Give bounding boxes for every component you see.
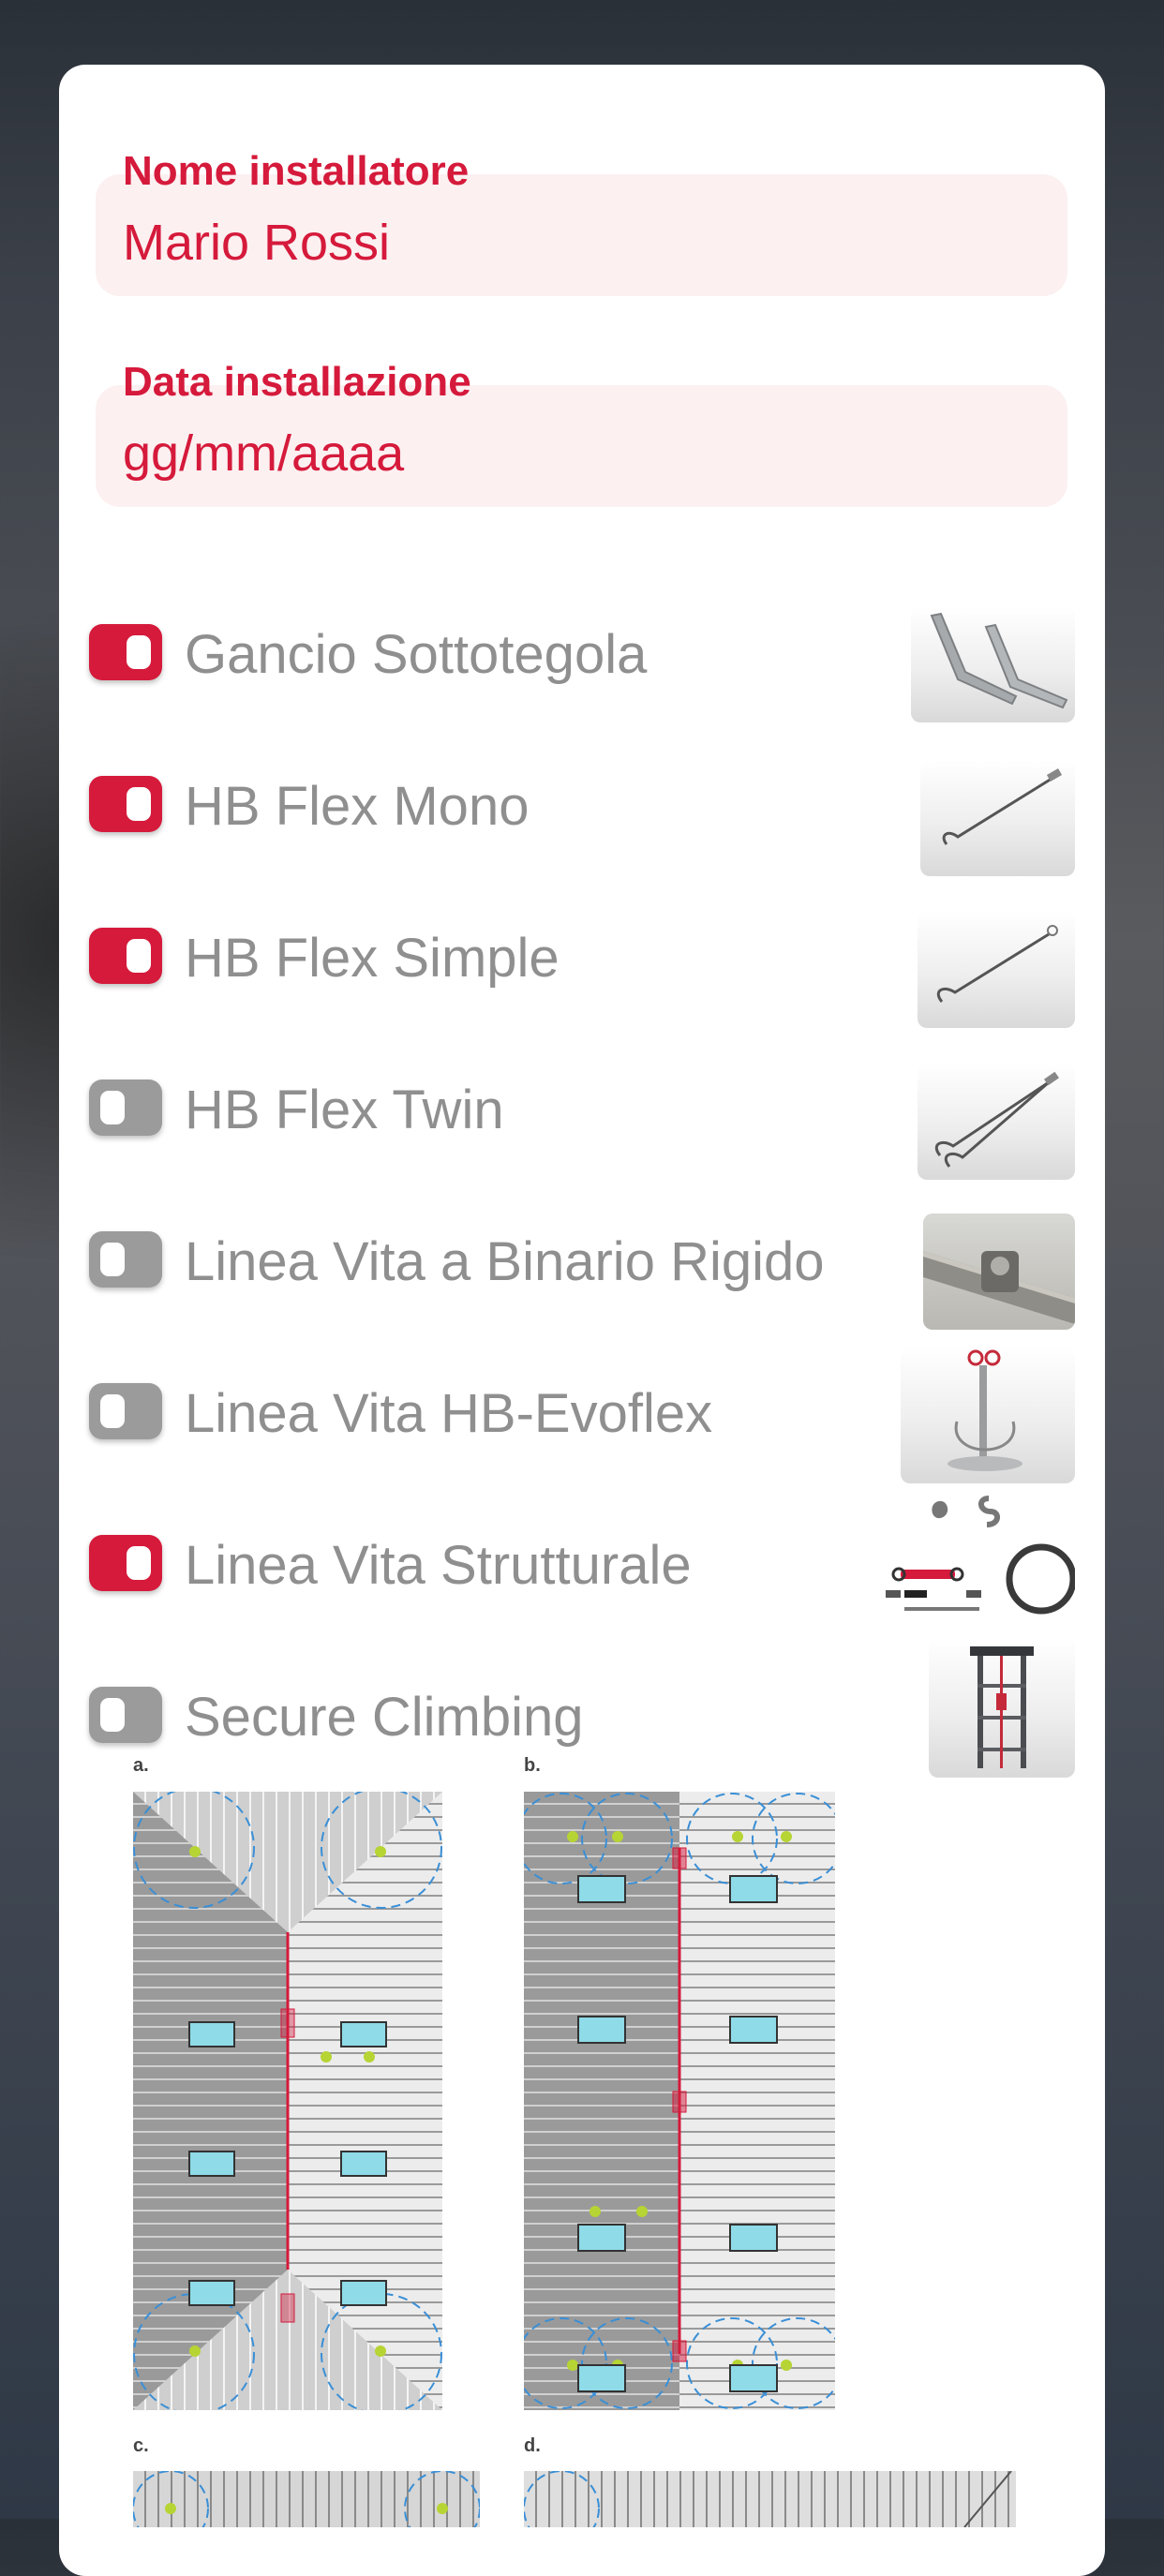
roof-diagram-d (524, 2471, 1016, 2527)
product-label: Linea Vita HB-Evoflex (185, 1383, 713, 1444)
product-label: Linea Vita a Binario Rigido (185, 1231, 825, 1292)
installer-name-label: Nome installatore (123, 148, 470, 194)
toggle-hb-flex-mono[interactable] (89, 776, 162, 832)
toggle-knob (127, 1546, 151, 1580)
cable-simple-image (918, 912, 1075, 1028)
roof-diagram-b (524, 1792, 835, 2410)
cable-twin-image (918, 1064, 1075, 1180)
installation-date-label: Data installazione (123, 359, 471, 405)
product-row-hb-flex-twin[interactable]: HB Flex Twin (89, 1035, 1075, 1185)
product-row-hb-flex-simple[interactable]: HB Flex Simple (89, 884, 1075, 1034)
installer-name-field[interactable]: Nome installatore Mario Rossi (96, 148, 1067, 296)
product-label: Linea Vita Strutturale (185, 1535, 692, 1596)
diagram-letter-c: c. (133, 2435, 149, 2456)
roof-diagram-c (133, 2471, 480, 2527)
evoflex-post-image (901, 1347, 1075, 1483)
installer-name-input[interactable]: Mario Rossi (123, 214, 390, 272)
toggle-knob (100, 1394, 125, 1428)
toggle-knob (127, 635, 151, 669)
product-row-binario-rigido[interactable]: Linea Vita a Binario Rigido (89, 1187, 1075, 1337)
toggle-knob (127, 939, 151, 973)
toggle-gancio-sottotegola[interactable] (89, 624, 162, 680)
installation-date-input[interactable]: gg/mm/aaaa (123, 424, 404, 483)
product-row-hb-flex-mono[interactable]: HB Flex Mono (89, 732, 1075, 882)
toggle-binario-rigido[interactable] (89, 1231, 162, 1288)
cable-mono-image (920, 760, 1075, 876)
product-row-secure-climbing[interactable]: Secure Climbing (89, 1637, 1075, 1793)
toggle-knob (127, 787, 151, 821)
ladder-image (929, 1637, 1075, 1778)
product-label: HB Flex Twin (185, 1080, 504, 1140)
toggle-hb-evoflex[interactable] (89, 1383, 162, 1439)
product-label: Gancio Sottotegola (185, 624, 648, 685)
product-label: HB Flex Mono (185, 776, 530, 837)
toggle-hb-flex-simple[interactable] (89, 928, 162, 984)
toggle-knob (100, 1243, 125, 1276)
product-label: HB Flex Simple (185, 928, 560, 989)
toggle-secure-climbing[interactable] (89, 1687, 162, 1743)
installation-date-field[interactable]: Data installazione gg/mm/aaaa (96, 359, 1067, 507)
diagram-letter-b: b. (524, 1755, 541, 1776)
product-row-hb-evoflex[interactable]: Linea Vita HB-Evoflex (89, 1339, 1075, 1489)
product-row-gancio-sottotegola[interactable]: Gancio Sottotegola (89, 580, 1075, 730)
diagram-letter-d: d. (524, 2435, 541, 2456)
roof-diagram-a (133, 1792, 442, 2410)
product-row-strutturale[interactable]: Linea Vita Strutturale (89, 1485, 1075, 1641)
product-label: Secure Climbing (185, 1687, 584, 1748)
rigid-rail-image (923, 1214, 1075, 1330)
roof-hook-image (911, 606, 1075, 722)
toggle-knob (100, 1091, 125, 1124)
installation-form-card: Nome installatore Mario Rossi Data insta… (59, 65, 1105, 2576)
toggle-knob (100, 1698, 125, 1732)
diagram-letter-a: a. (133, 1755, 149, 1776)
toggle-hb-flex-twin[interactable] (89, 1080, 162, 1136)
toggle-strutturale[interactable] (89, 1535, 162, 1591)
structural-kit-image (876, 1485, 1075, 1626)
